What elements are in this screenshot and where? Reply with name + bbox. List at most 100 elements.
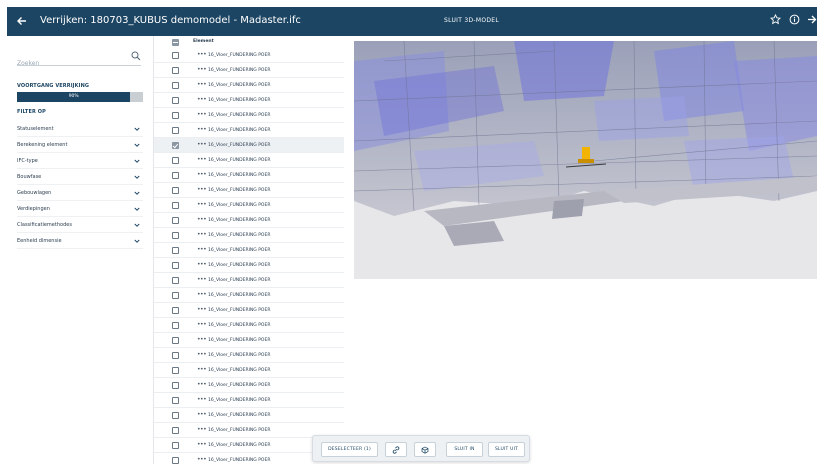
table-row[interactable]: ••• 16_Vloer_FUNDERING POER [154, 378, 344, 393]
table-row[interactable]: ••• 16_Vloer_FUNDERING POER [154, 168, 344, 183]
more-options-icon[interactable]: ••• [197, 366, 207, 373]
deselect-button[interactable]: DESELECTEER (1) [321, 442, 378, 457]
row-checkbox[interactable] [172, 52, 179, 59]
row-checkbox[interactable] [172, 232, 179, 239]
table-row[interactable]: ••• 16_Vloer_FUNDERING POER [154, 183, 344, 198]
table-row[interactable]: ••• 16_Vloer_FUNDERING POER [154, 318, 344, 333]
table-row[interactable]: ••• 16_Vloer_FUNDERING POER [154, 48, 344, 63]
more-options-icon[interactable]: ••• [197, 261, 207, 268]
link-button[interactable] [385, 442, 407, 457]
row-checkbox[interactable] [172, 217, 179, 224]
more-options-icon[interactable]: ••• [197, 276, 207, 283]
arrow-right-icon[interactable] [807, 14, 817, 29]
filter-item[interactable]: Bouwfase [17, 169, 143, 185]
chevron-down-icon[interactable] [134, 142, 140, 148]
table-row[interactable]: ••• 16_Vloer_FUNDERING POER [154, 228, 344, 243]
row-checkbox[interactable] [172, 457, 179, 464]
chevron-down-icon[interactable] [134, 126, 140, 132]
table-row[interactable]: ••• 16_Vloer_FUNDERING POER [154, 213, 344, 228]
row-checkbox[interactable] [172, 97, 179, 104]
row-checkbox[interactable] [172, 82, 179, 89]
more-options-icon[interactable]: ••• [197, 141, 207, 148]
table-row[interactable]: ••• 16_Vloer_FUNDERING POER [154, 348, 344, 363]
filter-item[interactable]: IFC-type [17, 153, 143, 169]
filter-item[interactable]: Berekening element [17, 137, 143, 153]
more-options-icon[interactable]: ••• [197, 156, 207, 163]
more-options-icon[interactable]: ••• [197, 321, 207, 328]
filter-item[interactable]: Verdiepingen [17, 201, 143, 217]
more-options-icon[interactable]: ••• [197, 81, 207, 88]
more-options-icon[interactable]: ••• [197, 381, 207, 388]
more-options-icon[interactable]: ••• [197, 171, 207, 178]
table-row[interactable]: ••• 16_Vloer_FUNDERING POER [154, 93, 344, 108]
more-options-icon[interactable]: ••• [197, 111, 207, 118]
table-row[interactable]: ••• 16_Vloer_FUNDERING POER [154, 363, 344, 378]
more-options-icon[interactable]: ••• [197, 426, 207, 433]
more-options-icon[interactable]: ••• [197, 336, 207, 343]
row-checkbox[interactable] [172, 247, 179, 254]
chevron-down-icon[interactable] [134, 222, 140, 228]
row-checkbox[interactable] [172, 127, 179, 134]
row-checkbox[interactable] [172, 67, 179, 74]
chevron-down-icon[interactable] [134, 174, 140, 180]
row-checkbox[interactable] [172, 202, 179, 209]
filter-item[interactable]: Eenheid dimensie [17, 233, 143, 249]
search-icon[interactable] [131, 51, 141, 61]
filter-item[interactable]: Gebouwlagen [17, 185, 143, 201]
more-options-icon[interactable]: ••• [197, 291, 207, 298]
more-options-icon[interactable]: ••• [197, 411, 207, 418]
row-checkbox[interactable] [172, 442, 179, 449]
arrow-left-icon[interactable] [16, 14, 28, 28]
row-checkbox[interactable] [172, 142, 179, 149]
row-checkbox[interactable] [172, 352, 179, 359]
3d-viewport[interactable] [354, 41, 817, 279]
filter-item[interactable]: Statuselement [17, 121, 143, 137]
table-row[interactable]: ••• 16_Vloer_FUNDERING POER [154, 333, 344, 348]
chevron-down-icon[interactable] [134, 238, 140, 244]
table-row[interactable]: ••• 16_Vloer_FUNDERING POER [154, 123, 344, 138]
table-row[interactable]: ••• 16_Vloer_FUNDERING POER [154, 108, 344, 123]
row-checkbox[interactable] [172, 397, 179, 404]
table-row[interactable]: ••• 16_Vloer_FUNDERING POER [154, 303, 344, 318]
more-options-icon[interactable]: ••• [197, 441, 207, 448]
more-options-icon[interactable]: ••• [197, 396, 207, 403]
row-checkbox[interactable] [172, 307, 179, 314]
row-checkbox[interactable] [172, 412, 179, 419]
more-options-icon[interactable]: ••• [197, 186, 207, 193]
more-options-icon[interactable]: ••• [197, 246, 207, 253]
table-row[interactable]: ••• 16_Vloer_FUNDERING POER [154, 273, 344, 288]
star-icon[interactable] [769, 13, 782, 29]
more-options-icon[interactable]: ••• [197, 201, 207, 208]
row-checkbox[interactable] [172, 262, 179, 269]
search-input[interactable] [17, 56, 127, 71]
row-checkbox[interactable] [172, 367, 179, 374]
filter-item[interactable]: Classificatiemethodes [17, 217, 143, 233]
isolate-button[interactable] [414, 442, 436, 457]
hide-button[interactable]: SLUIT IN [446, 442, 483, 457]
more-options-icon[interactable]: ••• [197, 231, 207, 238]
row-checkbox[interactable] [172, 337, 179, 344]
chevron-down-icon[interactable] [134, 190, 140, 196]
table-row[interactable]: ••• 16_Vloer_FUNDERING POER [154, 63, 344, 78]
more-options-icon[interactable]: ••• [197, 456, 207, 463]
more-options-icon[interactable]: ••• [197, 66, 207, 73]
table-row[interactable]: ••• 16_Vloer_FUNDERING POER [154, 288, 344, 303]
table-row[interactable]: ••• 16_Vloer_FUNDERING POER [154, 153, 344, 168]
table-row[interactable]: ••• 16_Vloer_FUNDERING POER [154, 243, 344, 258]
table-row[interactable]: ••• 16_Vloer_FUNDERING POER [154, 393, 344, 408]
more-options-icon[interactable]: ••• [197, 216, 207, 223]
close-model-button[interactable]: SLUIT 3D-MODEL [444, 16, 499, 26]
row-checkbox[interactable] [172, 172, 179, 179]
show-button[interactable]: SLUIT UIT [488, 442, 525, 457]
chevron-down-icon[interactable] [134, 206, 140, 212]
row-checkbox[interactable] [172, 157, 179, 164]
row-checkbox[interactable] [172, 187, 179, 194]
more-options-icon[interactable]: ••• [197, 96, 207, 103]
row-checkbox[interactable] [172, 382, 179, 389]
more-options-icon[interactable]: ••• [197, 51, 207, 58]
more-options-icon[interactable]: ••• [197, 126, 207, 133]
row-checkbox[interactable] [172, 427, 179, 434]
row-checkbox[interactable] [172, 277, 179, 284]
select-all-checkbox[interactable] [172, 39, 179, 46]
row-checkbox[interactable] [172, 322, 179, 329]
